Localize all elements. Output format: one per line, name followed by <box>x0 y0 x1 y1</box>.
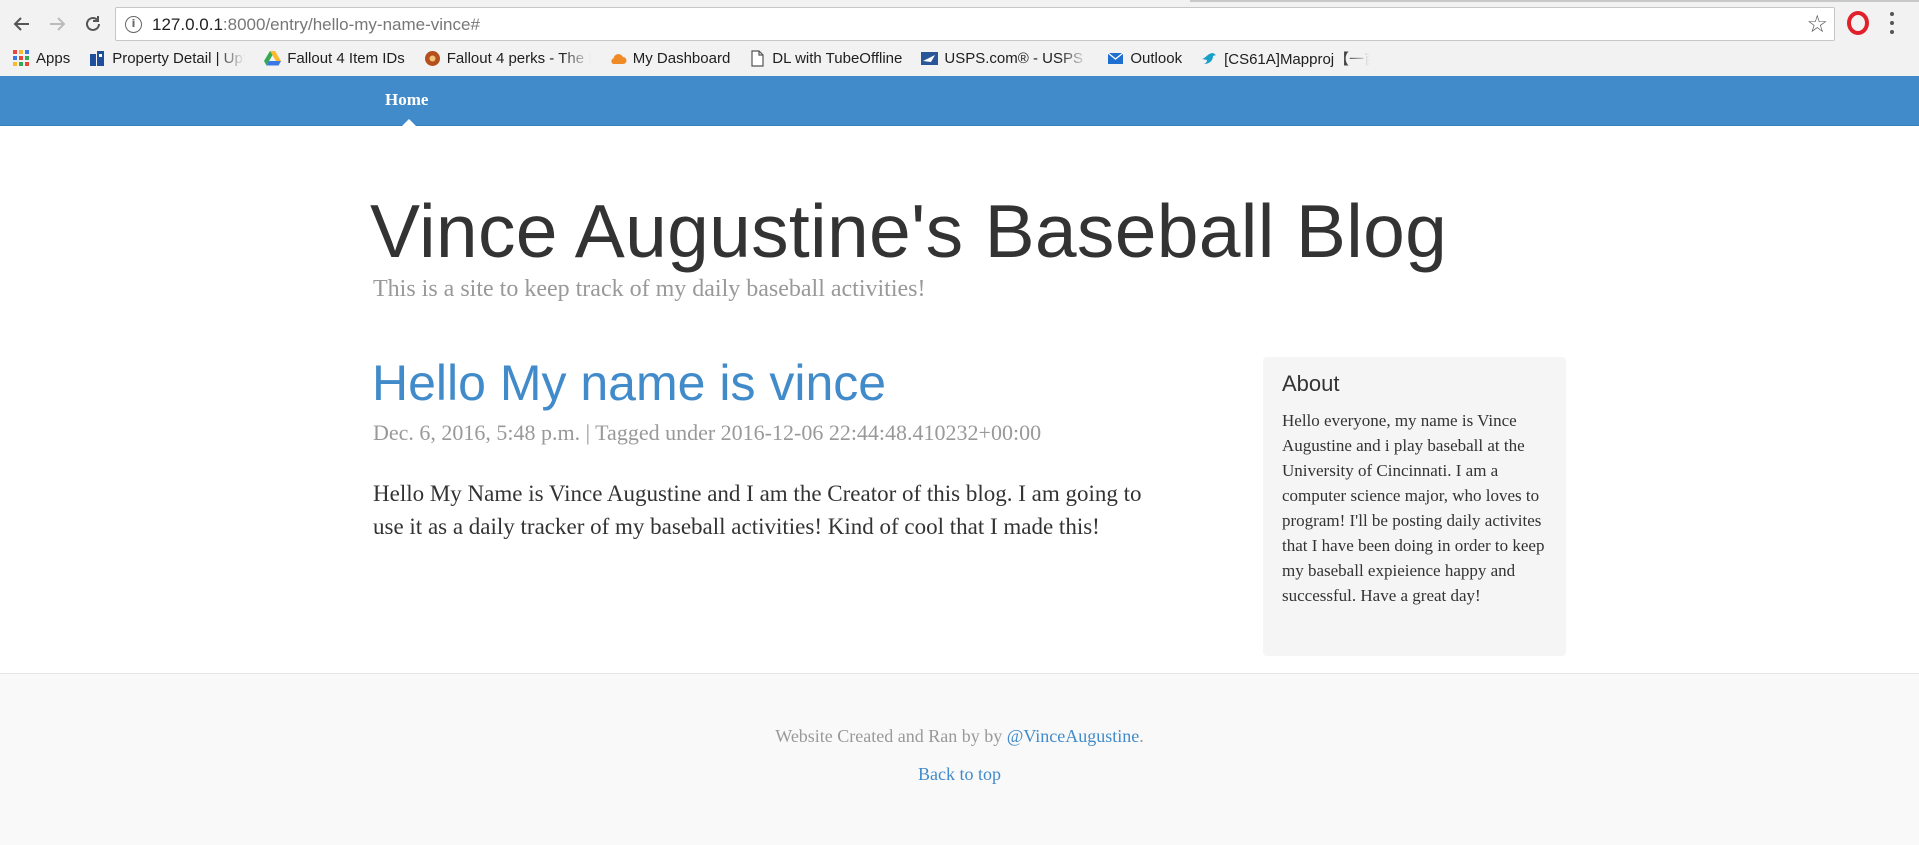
post-meta: Dec. 6, 2016, 5:48 p.m. | Tagged under 2… <box>373 420 1042 445</box>
bookmark-fallout-perks[interactable]: Fallout 4 perks - The F <box>424 46 591 70</box>
bird-icon <box>1202 52 1217 64</box>
site-navbar: Home <box>0 76 1919 126</box>
usps-eagle-icon <box>921 51 939 65</box>
back-to-top: Back to top <box>0 764 1919 785</box>
bookmark-label: Property Detail | Upto <box>112 49 246 67</box>
site-footer: Website Created and Ran by by @VinceAugu… <box>0 673 1919 845</box>
opera-extension-icon[interactable] <box>1847 11 1869 35</box>
address-bar[interactable]: i 127.0.0.1:8000/entry/hello-my-name-vin… <box>115 7 1835 41</box>
sidebar-text: Hello everyone, my name is Vince Augusti… <box>1282 411 1545 605</box>
footer-credit-prefix: Website Created and Ran by by <box>775 726 1007 746</box>
about-sidebar: About Hello everyone, my name is Vince A… <box>1263 357 1566 656</box>
tab-strip-edge <box>1395 0 1919 2</box>
arrow-left-icon <box>13 17 29 31</box>
bookmark-label: USPS.com® - USPS Tr <box>944 49 1089 67</box>
reload-icon <box>86 16 100 31</box>
footer-credit-suffix: . <box>1139 726 1144 746</box>
blog-title: Vince Augustine's Baseball Blog <box>370 189 1448 273</box>
bookmark-label: [CS61A]Mapproj【一亩 <box>1224 50 1371 68</box>
back-button[interactable] <box>8 10 36 38</box>
bookmarks-bar: Apps Property Detail | Upto Fallout 4 It… <box>13 46 1389 70</box>
bookmark-cs61a[interactable]: [CS61A]Mapproj【一亩 <box>1201 46 1370 70</box>
footer-author-link[interactable]: @VinceAugustine <box>1007 726 1139 746</box>
bookmark-my-dashboard[interactable]: My Dashboard <box>610 46 731 70</box>
browser-chrome: i 127.0.0.1:8000/entry/hello-my-name-vin… <box>0 0 1919 76</box>
bookmark-apps[interactable]: Apps <box>13 46 70 70</box>
bookmark-outlook[interactable]: Outlook <box>1107 46 1182 70</box>
gear-badge-icon <box>424 50 440 66</box>
bookmark-star-icon[interactable]: ☆ <box>1806 10 1828 39</box>
bookmark-label: Fallout 4 perks - The F <box>446 49 591 67</box>
building-icon <box>90 50 105 66</box>
nav-home-link[interactable]: Home <box>385 90 428 110</box>
page-icon <box>751 49 764 67</box>
url-text[interactable]: 127.0.0.1:8000/entry/hello-my-name-vince… <box>152 15 480 35</box>
browser-menu-button[interactable] <box>1889 12 1895 34</box>
bookmark-property-detail[interactable]: Property Detail | Upto <box>89 46 245 70</box>
blog-description: This is a site to keep track of my daily… <box>373 276 926 302</box>
footer-credit: Website Created and Ran by by @VinceAugu… <box>0 726 1919 747</box>
bookmark-label: Apps <box>36 49 71 67</box>
sidebar-title: About <box>1282 371 1340 396</box>
post-body: Hello My Name is Vince Augustine and I a… <box>373 481 1142 539</box>
post-title-link[interactable]: Hello My name is vince <box>372 354 886 412</box>
back-to-top-link[interactable]: Back to top <box>918 764 1001 784</box>
bookmark-label: Fallout 4 Item IDs <box>287 49 405 67</box>
mail-icon <box>1107 51 1124 64</box>
google-drive-icon <box>264 50 282 65</box>
apps-grid-icon <box>13 49 30 67</box>
bookmark-label: Outlook <box>1130 49 1183 67</box>
info-icon[interactable]: i <box>125 16 142 33</box>
reload-button[interactable] <box>79 10 107 38</box>
active-nav-indicator <box>402 119 416 126</box>
bookmark-tubeoffline[interactable]: DL with TubeOffline <box>749 46 902 70</box>
bookmark-label: DL with TubeOffline <box>772 49 903 67</box>
bookmark-usps[interactable]: USPS.com® - USPS Tr <box>921 46 1088 70</box>
cloud-icon <box>611 53 627 64</box>
arrow-right-icon <box>50 17 66 31</box>
bookmark-fallout-item-ids[interactable]: Fallout 4 Item IDs <box>264 46 405 70</box>
forward-button[interactable] <box>43 10 71 38</box>
bookmark-label: My Dashboard <box>632 49 731 67</box>
